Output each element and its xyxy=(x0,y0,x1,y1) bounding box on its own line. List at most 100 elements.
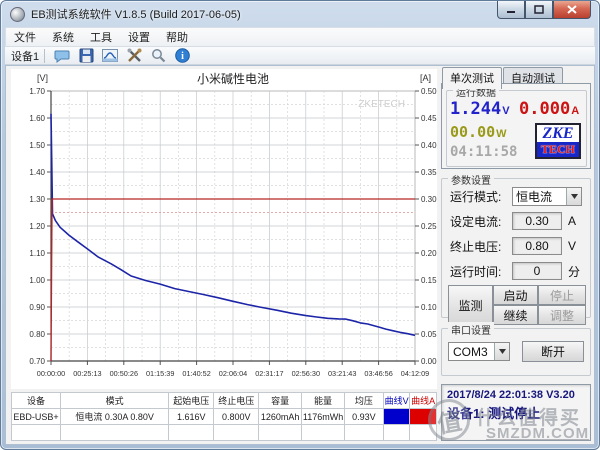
col-device: 设备 xyxy=(10,392,62,409)
menu-help[interactable]: 帮助 xyxy=(158,27,196,47)
tab-single-test[interactable]: 单次测试 xyxy=(442,67,502,89)
zke-logo-top: ZKE xyxy=(542,125,574,142)
right-panel: 单次测试 自动测试 运行数据 1.244 V 0.000 A 00.00 W 0… xyxy=(440,66,593,446)
save-icon[interactable] xyxy=(77,48,95,64)
disconnect-button[interactable]: 断开 xyxy=(522,341,584,362)
svg-text:[A]: [A] xyxy=(420,73,431,83)
menu-bar: 文件 系统 工具 设置 帮助 xyxy=(5,27,595,47)
col-curve-a: 曲线A xyxy=(409,392,437,409)
col-capacity: 容量 xyxy=(258,392,303,409)
stop-button[interactable]: 停止 xyxy=(538,285,586,305)
com-port-value: COM3 xyxy=(453,344,488,359)
svg-text:0.45: 0.45 xyxy=(421,114,437,123)
table-row[interactable]: EBD-USB+ 恒电流 0.30A 0.80V 1.616V 0.800V 1… xyxy=(10,408,437,425)
toolbar-separator xyxy=(44,48,46,63)
results-table[interactable]: 设备 模式 起始电压 终止电压 容量 能量 均压 曲线V 曲线A EBD-USB… xyxy=(10,392,437,441)
svg-text:03:46:56: 03:46:56 xyxy=(364,369,392,378)
waveform-icon[interactable] xyxy=(101,48,119,64)
menu-settings[interactable]: 设置 xyxy=(120,27,158,47)
tools-icon[interactable] xyxy=(125,48,143,64)
adjust-button[interactable]: 调整 xyxy=(538,305,586,325)
svg-text:0.25: 0.25 xyxy=(421,222,437,231)
svg-text:04:12:09: 04:12:09 xyxy=(401,369,429,378)
zke-tech-logo: ZKE TECH xyxy=(535,123,581,159)
set-current-input[interactable]: 0.30 xyxy=(512,212,562,230)
set-current-label: 设定电流: xyxy=(450,214,502,229)
device-selector-label[interactable]: 设备1 xyxy=(11,48,39,64)
minimize-button[interactable] xyxy=(497,1,525,19)
start-button[interactable]: 启动 xyxy=(493,285,538,305)
serial-group: 串口设置 COM3 断开 xyxy=(441,322,591,376)
run-time-unit: 分 xyxy=(568,264,581,279)
menu-system[interactable]: 系统 xyxy=(44,27,82,47)
cutoff-voltage-label: 终止电压: xyxy=(450,239,502,254)
run-time-label: 运行时间: xyxy=(450,264,502,279)
voltage-display: 1.244 xyxy=(450,99,502,119)
svg-text:00:25:13: 00:25:13 xyxy=(73,369,101,378)
discharge-chart: 00:00:00 00:25:13 00:50:26 01:15:39 01:40:52… xyxy=(29,72,437,378)
info-icon[interactable]: i xyxy=(173,48,191,64)
close-button[interactable] xyxy=(553,1,591,19)
run-time-input[interactable]: 0 xyxy=(512,262,562,280)
cell-mode: 恒电流 0.30A 0.80V xyxy=(60,408,170,425)
resume-button[interactable]: 继续 xyxy=(493,305,538,325)
title-bar[interactable]: EB测试系统软件 V1.8.5 (Build 2017-06-05) xyxy=(1,1,599,27)
chevron-down-icon[interactable] xyxy=(566,188,581,205)
zoom-icon[interactable] xyxy=(149,48,167,64)
com-port-select[interactable]: COM3 xyxy=(448,342,510,361)
menu-file[interactable]: 文件 xyxy=(6,27,44,47)
cutoff-voltage-input[interactable]: 0.80 xyxy=(512,237,562,255)
status-device-state: 设备1: 测试停止 xyxy=(447,406,541,421)
param-group-label: 参数设置 xyxy=(448,172,494,187)
serial-group-label: 串口设置 xyxy=(448,322,494,337)
col-start-voltage: 起始电压 xyxy=(168,392,215,409)
svg-text:01:40:52: 01:40:52 xyxy=(182,369,210,378)
svg-text:[V]: [V] xyxy=(37,73,48,83)
results-header-row: 设备 模式 起始电压 终止电压 容量 能量 均压 曲线V 曲线A xyxy=(10,392,437,409)
svg-text:1.70: 1.70 xyxy=(29,87,45,96)
curve-v-color-swatch[interactable] xyxy=(382,408,411,425)
power-display: 00.00 xyxy=(450,123,496,141)
col-curve-v: 曲线V xyxy=(382,392,411,409)
svg-text:i: i xyxy=(181,51,184,62)
maximize-icon xyxy=(534,5,544,14)
client-area: 00:00:00 00:25:13 00:50:26 01:15:39 01:40:52… xyxy=(5,65,595,445)
cell-end-voltage: 0.800V xyxy=(213,408,260,425)
monitor-button[interactable]: 监测 xyxy=(448,285,493,325)
svg-text:0.40: 0.40 xyxy=(421,141,437,150)
svg-text:1.40: 1.40 xyxy=(29,168,45,177)
svg-text:0.15: 0.15 xyxy=(421,276,437,285)
svg-text:1.50: 1.50 xyxy=(29,141,45,150)
curve-a-color-swatch[interactable] xyxy=(409,408,437,425)
svg-text:1.30: 1.30 xyxy=(29,195,45,204)
svg-text:0.30: 0.30 xyxy=(421,195,437,204)
table-row-empty xyxy=(10,424,437,441)
svg-text:01:15:39: 01:15:39 xyxy=(146,369,174,378)
current-display: 0.000 xyxy=(519,99,571,119)
cell-device: EBD-USB+ xyxy=(10,408,62,425)
menu-tools[interactable]: 工具 xyxy=(82,27,120,47)
run-data-page: 运行数据 1.244 V 0.000 A 00.00 W 04:11:58 ZK… xyxy=(441,83,591,169)
run-mode-label: 运行模式: xyxy=(450,190,502,204)
elapsed-time-display: 04:11:58 xyxy=(450,144,518,160)
svg-text:0.70: 0.70 xyxy=(29,357,45,366)
cell-avg-voltage: 0.93V xyxy=(344,408,384,425)
svg-text:00:50:26: 00:50:26 xyxy=(110,369,138,378)
svg-text:0.90: 0.90 xyxy=(29,303,45,312)
run-mode-select[interactable]: 恒电流 xyxy=(512,187,582,206)
cell-capacity: 1260mAh xyxy=(258,408,303,425)
maximize-button[interactable] xyxy=(525,1,553,19)
window-title: EB测试系统软件 V1.8.5 (Build 2017-06-05) xyxy=(31,9,241,21)
cutoff-voltage-unit: V xyxy=(568,239,577,253)
col-avg-voltage: 均压 xyxy=(344,392,384,409)
minimize-icon xyxy=(507,11,515,13)
svg-text:0.20: 0.20 xyxy=(421,249,437,258)
app-icon xyxy=(10,6,25,22)
svg-text:02:06:04: 02:06:04 xyxy=(219,369,247,378)
run-mode-value: 恒电流 xyxy=(516,190,553,204)
svg-text:03:21:43: 03:21:43 xyxy=(328,369,356,378)
chevron-down-icon[interactable] xyxy=(494,343,509,360)
svg-text:02:56:30: 02:56:30 xyxy=(292,369,320,378)
current-unit: A xyxy=(571,105,580,117)
chat-icon[interactable] xyxy=(53,48,71,64)
